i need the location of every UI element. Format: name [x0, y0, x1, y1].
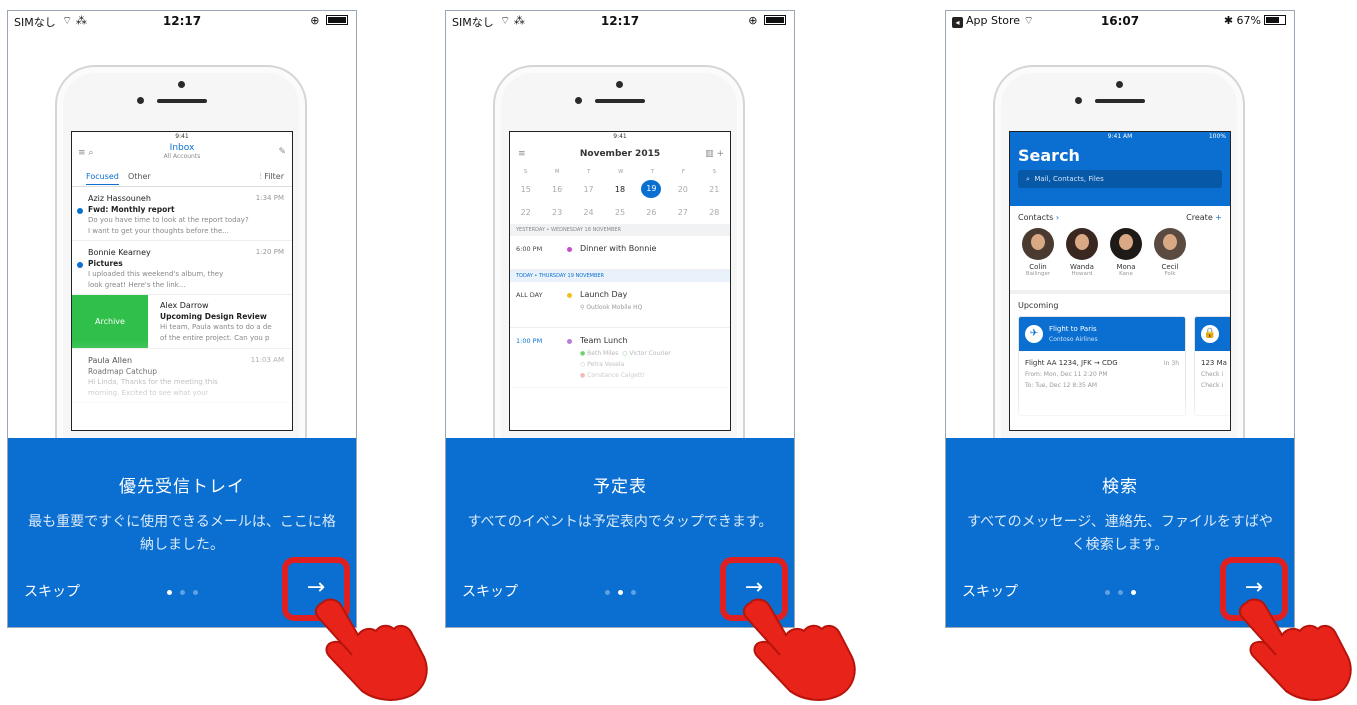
- day-header: TODAY • THURSDAY 19 NOVEMBER: [510, 270, 730, 282]
- contact-item: Cecil Folk: [1148, 228, 1192, 290]
- contact-item: Wanda Howard: [1060, 228, 1104, 290]
- avatar: [1022, 228, 1054, 260]
- archive-action: Archive: [72, 295, 148, 348]
- battery-icon: ⊕: [310, 14, 348, 27]
- event-item: 1:00 PM Team Lunch ● Beth Miles ○ Victor…: [510, 328, 730, 388]
- search-preview: 9:41 AM 100% Search ⌕ Mail, Contacts, Fil…: [1009, 131, 1231, 431]
- tab-other: Other: [128, 172, 151, 181]
- onboarding-screen-calendar: SIMなし ⌔ ⁂ 12:17 ⊕ 9:41 ≡ November 2015 ▥…: [445, 10, 795, 628]
- mail-item-swiped: Archive Alex Darrow Upcoming Design Revi…: [72, 295, 292, 349]
- contact-item: Colin Ballinger: [1016, 228, 1060, 290]
- weekday-row: SMTWTFS: [523, 169, 716, 175]
- calendar-month: November 2015: [579, 149, 661, 159]
- status-bar: SIMなし ⌔ ⁂ 12:17 ⊕: [446, 11, 794, 31]
- onboarding-panel: 優先受信トレイ 最も重要ですぐに使用できるメールは、ここに格納しました。 スキッ…: [8, 438, 356, 627]
- contact-item: Mona Kane: [1104, 228, 1148, 290]
- phone-mockup: 9:41 ≡ November 2015 ▥ + SMTWTFS 15 16 17 1…: [493, 65, 745, 485]
- avatar: [1154, 228, 1186, 260]
- contacts-label: Contacts ›: [1018, 213, 1060, 222]
- mail-item: Bonnie Kearney 1:20 PM Pictures I uploade…: [72, 241, 292, 295]
- inbox-title: Inbox: [169, 143, 195, 153]
- event-item: 6:00 PM Dinner with Bonnie: [510, 236, 730, 270]
- panel-title: 優先受信トレイ: [119, 477, 245, 497]
- panel-title: 予定表: [593, 477, 647, 497]
- search-input: ⌕ Mail, Contacts, Files: [1018, 170, 1222, 188]
- mail-item: Paula Allen 11:03 AM Roadmap Catchup Hi L…: [72, 349, 292, 403]
- upcoming-label: Upcoming: [1018, 301, 1059, 310]
- avatar: [1066, 228, 1098, 260]
- week-row: 22 23 24 25 26 27 28: [520, 208, 720, 217]
- inbox-preview: 9:41 ≡ ⌕ Inbox All Accounts ✎ Focused Ot…: [71, 131, 293, 431]
- pointing-hand-icon: [742, 598, 856, 701]
- panel-description: 最も重要ですぐに使用できるメールは、ここに格納しました。: [28, 514, 336, 553]
- filter-label: ⫶ Filter: [259, 172, 284, 181]
- inbox-subtitle: All Accounts: [163, 153, 201, 160]
- day-header: YESTERDAY • WEDNESDAY 18 NOVEMBER: [510, 224, 730, 236]
- status-bar: SIMなし ⌔ ⁂ 12:17 ⊕: [8, 11, 356, 31]
- panel-description: すべてのイベントは予定表内でタップできます。: [467, 514, 773, 530]
- menu-search-icon: ≡ ⌕: [78, 148, 94, 158]
- phone-mockup: 9:41 ≡ ⌕ Inbox All Accounts ✎ Focused Ot…: [55, 65, 307, 485]
- panel-title: 検索: [1102, 477, 1138, 497]
- pointing-hand-icon: [314, 598, 428, 701]
- onboarding-screen-focused-inbox: SIMなし ⌔ ⁂ 12:17 ⊕ 9:41 ≡ ⌕ Inbox All Acc…: [7, 10, 357, 628]
- event-item: ALL DAY Launch Day ⚲ Outlook Mobile HQ: [510, 282, 730, 328]
- view-add-icon: ▥ +: [705, 149, 724, 159]
- battery-icon: ⊕: [748, 14, 786, 27]
- onboarding-screen-search: ◂ App Store ⌔ 16:07 ✱ 67% 9:41 AM 100% Sea…: [945, 10, 1295, 628]
- create-label: Create +: [1186, 213, 1222, 222]
- status-bar: ◂ App Store ⌔ 16:07 ✱ 67%: [946, 11, 1294, 31]
- panel-description: すべてのメッセージ、連絡先、ファイルをすばやく検索します。: [967, 514, 1273, 553]
- calendar-preview: 9:41 ≡ November 2015 ▥ + SMTWTFS 15 16 17 1…: [509, 131, 731, 431]
- flight-card: ✈ Flight to Paris Contoso Airlines Fligh…: [1018, 316, 1186, 416]
- mail-item: Aziz Hassouneh 1:34 PM Fwd: Monthly repor…: [72, 187, 292, 241]
- contacts-row: Colin Ballinger Wanda Howard Mona Kane Ceci…: [1010, 228, 1230, 290]
- week-row: 15 16 17 18 19 20 21: [510, 178, 730, 201]
- pointing-hand-icon: [1238, 598, 1352, 701]
- lock-icon: 🔒: [1201, 325, 1219, 343]
- status-time: 12:17: [162, 14, 202, 28]
- plane-icon: ✈: [1025, 325, 1043, 343]
- compose-icon: ✎: [278, 147, 286, 157]
- battery-icon: ✱ 67%: [1224, 14, 1286, 27]
- avatar: [1110, 228, 1142, 260]
- status-time: 12:17: [600, 14, 640, 28]
- menu-icon: ≡: [518, 149, 526, 159]
- reservation-card: 🔒 123 Ma Check i Check i: [1194, 316, 1230, 416]
- tab-focused: Focused: [86, 172, 119, 185]
- location-label: ⚲ Outlook Mobile HQ: [580, 304, 643, 311]
- search-title: Search: [1018, 146, 1080, 165]
- phone-mockup: 9:41 AM 100% Search ⌕ Mail, Contacts, Fil…: [993, 65, 1245, 485]
